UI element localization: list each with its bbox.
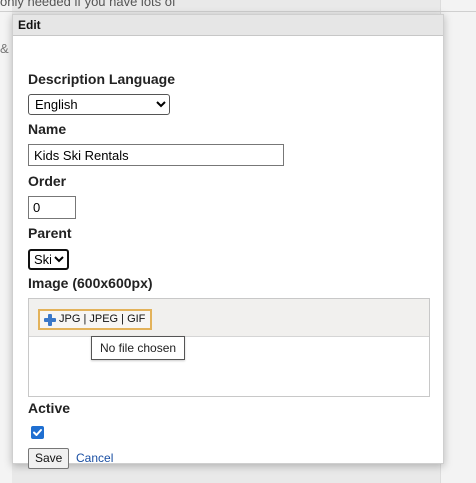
active-label: Active [28, 400, 71, 416]
upload-toolbar: JPG | JPEG | GIF [29, 299, 429, 337]
plus-icon [44, 313, 56, 326]
checkmark-icon [33, 429, 42, 436]
parent-label: Parent [28, 225, 72, 241]
edit-dialog: Edit Description Language English Name O… [12, 14, 444, 469]
upload-file-button[interactable]: JPG | JPEG | GIF [38, 309, 153, 330]
description-language-label: Description Language [28, 71, 176, 87]
upload-file-button-label: JPG | JPEG | GIF [59, 313, 146, 325]
no-file-tooltip: No file chosen [91, 336, 186, 360]
background-divider [0, 11, 476, 12]
active-checkbox[interactable] [31, 426, 44, 439]
cancel-link[interactable]: Cancel [76, 451, 113, 465]
image-upload-area[interactable]: JPG | JPEG | GIF [28, 298, 430, 397]
order-label: Order [28, 173, 67, 189]
save-button[interactable]: Save [28, 448, 70, 469]
background-page-left [0, 0, 12, 483]
dialog-titlebar[interactable]: Edit [13, 15, 443, 36]
name-label: Name [28, 121, 67, 137]
description-language-select[interactable]: English [28, 94, 170, 115]
image-label: Image (600x600px) [28, 275, 153, 291]
background-page-right [440, 0, 476, 483]
background-help-text: only needed if you have lots of [0, 0, 176, 9]
parent-select[interactable]: Ski [28, 249, 69, 270]
order-input[interactable] [28, 196, 76, 219]
name-input[interactable] [28, 144, 284, 166]
